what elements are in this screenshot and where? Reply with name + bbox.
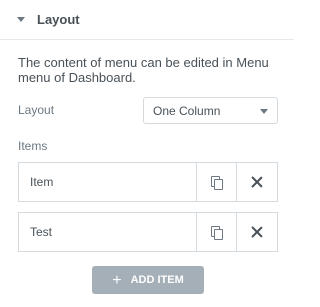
repeater-row-title[interactable]: Item xyxy=(19,163,196,201)
close-icon xyxy=(251,226,263,238)
add-item-label: ADD ITEM xyxy=(130,274,184,286)
section-header-layout[interactable]: Layout xyxy=(0,0,294,40)
copy-icon xyxy=(211,175,223,190)
repeater-row: Item xyxy=(18,162,278,202)
description-text: The content of menu can be edited in Men… xyxy=(18,55,269,85)
duplicate-button[interactable] xyxy=(196,163,237,201)
repeater-row-label: Test xyxy=(30,225,53,239)
add-item-button[interactable]: + ADD ITEM xyxy=(92,266,204,294)
repeater-row: Test xyxy=(18,212,278,252)
close-icon xyxy=(251,176,263,188)
layout-panel: Layout The content of menu can be edited… xyxy=(0,0,294,307)
repeater-row-label: Item xyxy=(30,175,54,189)
items-label: Items xyxy=(18,139,48,153)
section-title: Layout xyxy=(37,12,80,27)
layout-select[interactable]: One Column xyxy=(143,97,278,124)
plus-icon: + xyxy=(112,271,122,289)
remove-button[interactable] xyxy=(236,213,277,251)
repeater-row-title[interactable]: Test xyxy=(19,213,196,251)
copy-icon xyxy=(211,225,223,240)
layout-label: Layout xyxy=(18,103,55,117)
caret-down-icon xyxy=(17,17,25,22)
layout-select-value: One Column xyxy=(153,104,221,118)
remove-button[interactable] xyxy=(236,163,277,201)
chevron-down-icon xyxy=(260,109,268,114)
duplicate-button[interactable] xyxy=(196,213,237,251)
